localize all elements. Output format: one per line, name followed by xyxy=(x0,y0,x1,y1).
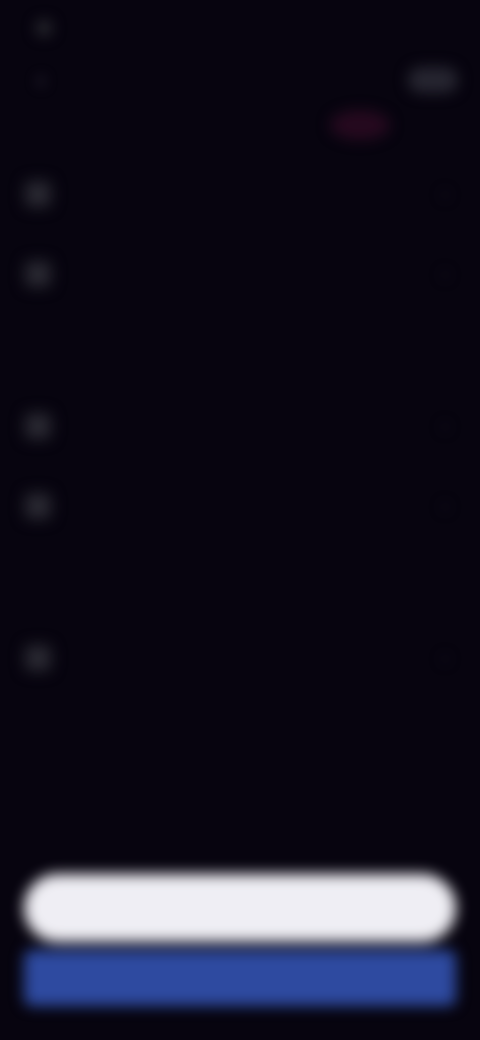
back-arrow-icon[interactable]: ‹ xyxy=(28,67,54,93)
settings-row[interactable]: ● › xyxy=(24,164,456,224)
settings-row[interactable]: ● › xyxy=(24,396,456,456)
settings-icon: ● xyxy=(24,644,52,672)
header-action-pill[interactable] xyxy=(408,67,458,93)
settings-row[interactable]: ● › xyxy=(24,476,456,536)
chevron-right-icon: › xyxy=(442,647,448,668)
chevron-right-icon: › xyxy=(442,263,448,284)
chevron-right-icon: › xyxy=(442,415,448,436)
settings-row[interactable]: ● › xyxy=(24,244,456,304)
decorative-glow xyxy=(330,110,390,140)
settings-icon: ● xyxy=(24,412,52,440)
settings-icon: ● xyxy=(24,180,52,208)
header: ‹ xyxy=(28,58,458,102)
settings-icon: ● xyxy=(24,492,52,520)
status-icon xyxy=(36,20,52,36)
blurred-screen: ‹ ● › ● › ● › ● › ● › xyxy=(0,0,480,1040)
secondary-button[interactable] xyxy=(24,950,456,1006)
status-bar xyxy=(36,18,126,38)
chevron-right-icon: › xyxy=(442,495,448,516)
settings-icon: ● xyxy=(24,260,52,288)
chevron-right-icon: › xyxy=(442,183,448,204)
settings-row[interactable]: ● › xyxy=(24,628,456,688)
primary-button[interactable] xyxy=(24,874,456,942)
